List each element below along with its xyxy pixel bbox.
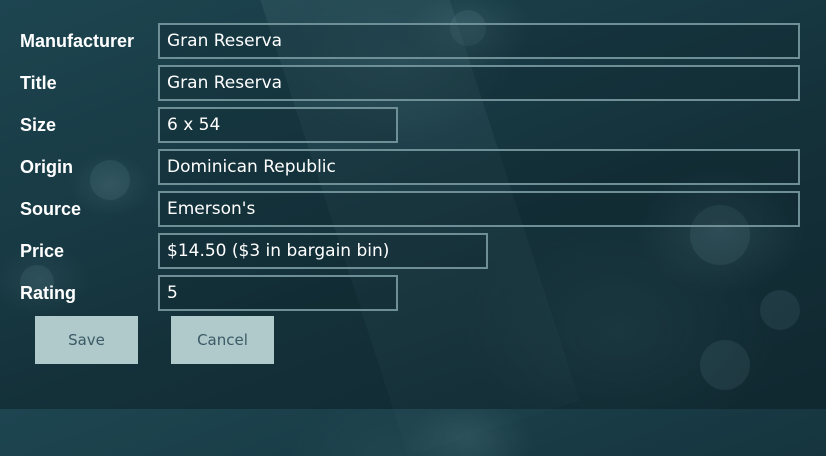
source-label: Source xyxy=(20,199,82,219)
title-input[interactable] xyxy=(158,65,800,101)
background-bokeh xyxy=(700,340,750,390)
rating-input[interactable] xyxy=(158,275,398,311)
title-label: Title xyxy=(20,73,57,93)
rating-label: Rating xyxy=(20,283,76,303)
origin-input[interactable] xyxy=(158,149,800,185)
size-input[interactable] xyxy=(158,107,398,143)
manufacturer-input[interactable] xyxy=(158,23,800,59)
manufacturer-label: Manufacturer xyxy=(20,31,135,51)
source-input[interactable] xyxy=(158,191,800,227)
background-bokeh xyxy=(90,160,130,200)
save-button[interactable]: Save xyxy=(35,316,138,364)
price-input[interactable] xyxy=(158,233,488,269)
background-bokeh xyxy=(760,290,800,330)
price-label: Price xyxy=(20,241,65,261)
cancel-button[interactable]: Cancel xyxy=(171,316,274,364)
origin-label: Origin xyxy=(20,157,73,177)
size-label: Size xyxy=(20,115,57,135)
